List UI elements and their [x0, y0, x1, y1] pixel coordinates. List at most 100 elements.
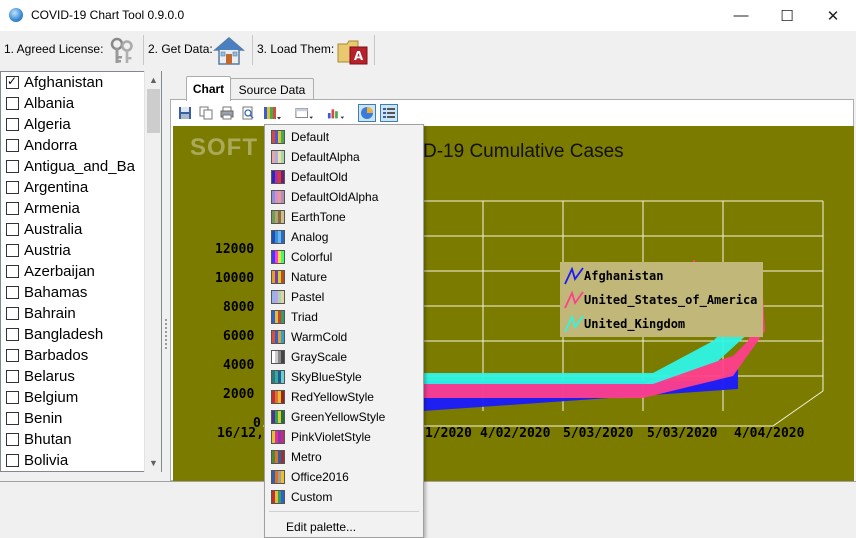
checkbox[interactable]: [6, 74, 19, 89]
list-item-label: Barbados: [24, 347, 89, 364]
scroll-thumb[interactable]: [147, 89, 160, 133]
list-item[interactable]: Bolivia: [6, 450, 68, 471]
checkbox[interactable]: [6, 223, 19, 236]
pane-splitter[interactable]: [163, 71, 170, 472]
list-item[interactable]: Belarus: [6, 366, 75, 387]
list-item[interactable]: Benin: [6, 408, 62, 429]
palette-menu-item[interactable]: Pastel: [267, 287, 421, 307]
list-item[interactable]: Austria: [6, 240, 71, 261]
palette-swatch-icon: [271, 370, 285, 384]
list-item[interactable]: Albania: [6, 93, 74, 114]
palette-menu-item[interactable]: GrayScale: [267, 347, 421, 367]
list-item[interactable]: Antigua_and_Ba: [6, 156, 135, 177]
checkbox[interactable]: [6, 202, 19, 215]
list-item[interactable]: Belgium: [6, 387, 78, 408]
keys-icon[interactable]: [106, 35, 138, 67]
checkbox[interactable]: [6, 412, 19, 425]
checkbox[interactable]: [6, 118, 19, 131]
checkbox[interactable]: [6, 160, 19, 173]
list-item-label: Bhutan: [24, 431, 72, 448]
print-preview-icon[interactable]: [239, 104, 257, 122]
palette-menu-item[interactable]: RedYellowStyle: [267, 387, 421, 407]
legend-toggle-icon[interactable]: [380, 104, 398, 122]
scroll-up-icon[interactable]: ▲: [145, 71, 162, 88]
palette-menu-item[interactable]: Nature: [267, 267, 421, 287]
palette-menu-item[interactable]: Default: [267, 127, 421, 147]
palette-menu-item[interactable]: DefaultAlpha: [267, 147, 421, 167]
list-item[interactable]: Argentina: [6, 177, 88, 198]
copy-icon[interactable]: [197, 104, 215, 122]
checkbox[interactable]: [6, 97, 19, 110]
legend-line-icon: [564, 291, 584, 309]
save-icon[interactable]: [176, 104, 194, 122]
checkbox[interactable]: [6, 265, 19, 278]
list-item[interactable]: Azerbaijan: [6, 261, 95, 282]
x-tick-label: 4/04/2020: [734, 426, 805, 441]
palette-menu-item[interactable]: EarthTone: [267, 207, 421, 227]
scroll-down-icon[interactable]: ▼: [145, 454, 162, 471]
list-item[interactable]: Bhutan: [6, 429, 72, 450]
close-button[interactable]: ✕: [810, 0, 856, 31]
checkbox[interactable]: [6, 433, 19, 446]
list-item[interactable]: Andorra: [6, 135, 77, 156]
checkbox[interactable]: [6, 349, 19, 362]
checkbox[interactable]: [6, 328, 19, 341]
palette-swatch-icon: [271, 450, 285, 464]
print-icon[interactable]: [218, 104, 236, 122]
palette-menu-item-label: Triad: [291, 310, 318, 324]
minimize-button[interactable]: —: [718, 0, 764, 31]
palette-menu-item-label: Analog: [291, 230, 329, 244]
bar-chart-dropdown-icon[interactable]: [327, 104, 345, 122]
country-list[interactable]: Afghanistan Albania Algeria Andorra Antigua_…: [0, 71, 162, 472]
palette-menu-item[interactable]: Custom: [267, 487, 421, 507]
checkbox[interactable]: [6, 391, 19, 404]
pie-chart-icon[interactable]: [358, 104, 376, 122]
palette-swatch-icon: [271, 330, 285, 344]
checkbox[interactable]: [6, 181, 19, 194]
palette-menu-item-label: GreenYellowStyle: [291, 410, 386, 424]
list-item[interactable]: Barbados: [6, 345, 88, 366]
palette-menu-item[interactable]: DefaultOld: [267, 167, 421, 187]
legend-item: United_Kingdom: [564, 313, 685, 335]
list-item[interactable]: Bahrain: [6, 303, 76, 324]
list-item-label: Australia: [24, 221, 83, 238]
palette-menu-item[interactable]: Triad: [267, 307, 421, 327]
list-item[interactable]: Bangladesh: [6, 324, 103, 345]
palette-menu-item[interactable]: Metro: [267, 447, 421, 467]
checkbox[interactable]: [6, 244, 19, 257]
chart-area-dropdown-icon[interactable]: [295, 104, 313, 122]
tab-chart[interactable]: Chart: [186, 76, 231, 101]
legend-line-icon: [564, 267, 584, 285]
palette-dropdown-icon[interactable]: [263, 104, 281, 122]
list-item[interactable]: Armenia: [6, 198, 80, 219]
checkbox[interactable]: [6, 370, 19, 383]
list-item[interactable]: Australia: [6, 219, 82, 240]
x-tick-label: 16/12,: [217, 426, 264, 441]
country-list-scrollbar[interactable]: ▲ ▼: [144, 71, 161, 472]
tab-source-data[interactable]: Source Data: [230, 78, 314, 100]
checkbox[interactable]: [6, 307, 19, 320]
x-tick-label: 5/03/2020: [647, 426, 718, 441]
palette-menu-item[interactable]: SkyBlueStyle: [267, 367, 421, 387]
palette-menu-item[interactable]: WarmCold: [267, 327, 421, 347]
list-item[interactable]: Afghanistan: [6, 72, 103, 93]
palette-menu-item[interactable]: GreenYellowStyle: [267, 407, 421, 427]
list-item[interactable]: Algeria: [6, 114, 71, 135]
toolbar-separator: [143, 35, 144, 65]
palette-menu-item[interactable]: DefaultOldAlpha: [267, 187, 421, 207]
list-item[interactable]: Bahamas: [6, 282, 87, 303]
checkbox[interactable]: [6, 454, 19, 467]
palette-menu-item[interactable]: Analog: [267, 227, 421, 247]
step-agree-label: 1. Agreed License:: [4, 42, 104, 56]
edit-palette-menu-item[interactable]: Edit palette...: [286, 517, 356, 537]
maximize-button[interactable]: ☐: [764, 0, 810, 31]
palette-swatch-icon: [271, 150, 285, 164]
palette-menu-item[interactable]: PinkVioletStyle: [267, 427, 421, 447]
open-access-icon[interactable]: A: [336, 35, 368, 67]
checkbox[interactable]: [6, 139, 19, 152]
list-item-label: Albania: [24, 95, 75, 112]
checkbox[interactable]: [6, 286, 19, 299]
home-icon[interactable]: [213, 35, 245, 67]
palette-menu-item[interactable]: Office2016: [267, 467, 421, 487]
palette-menu-item[interactable]: Colorful: [267, 247, 421, 267]
